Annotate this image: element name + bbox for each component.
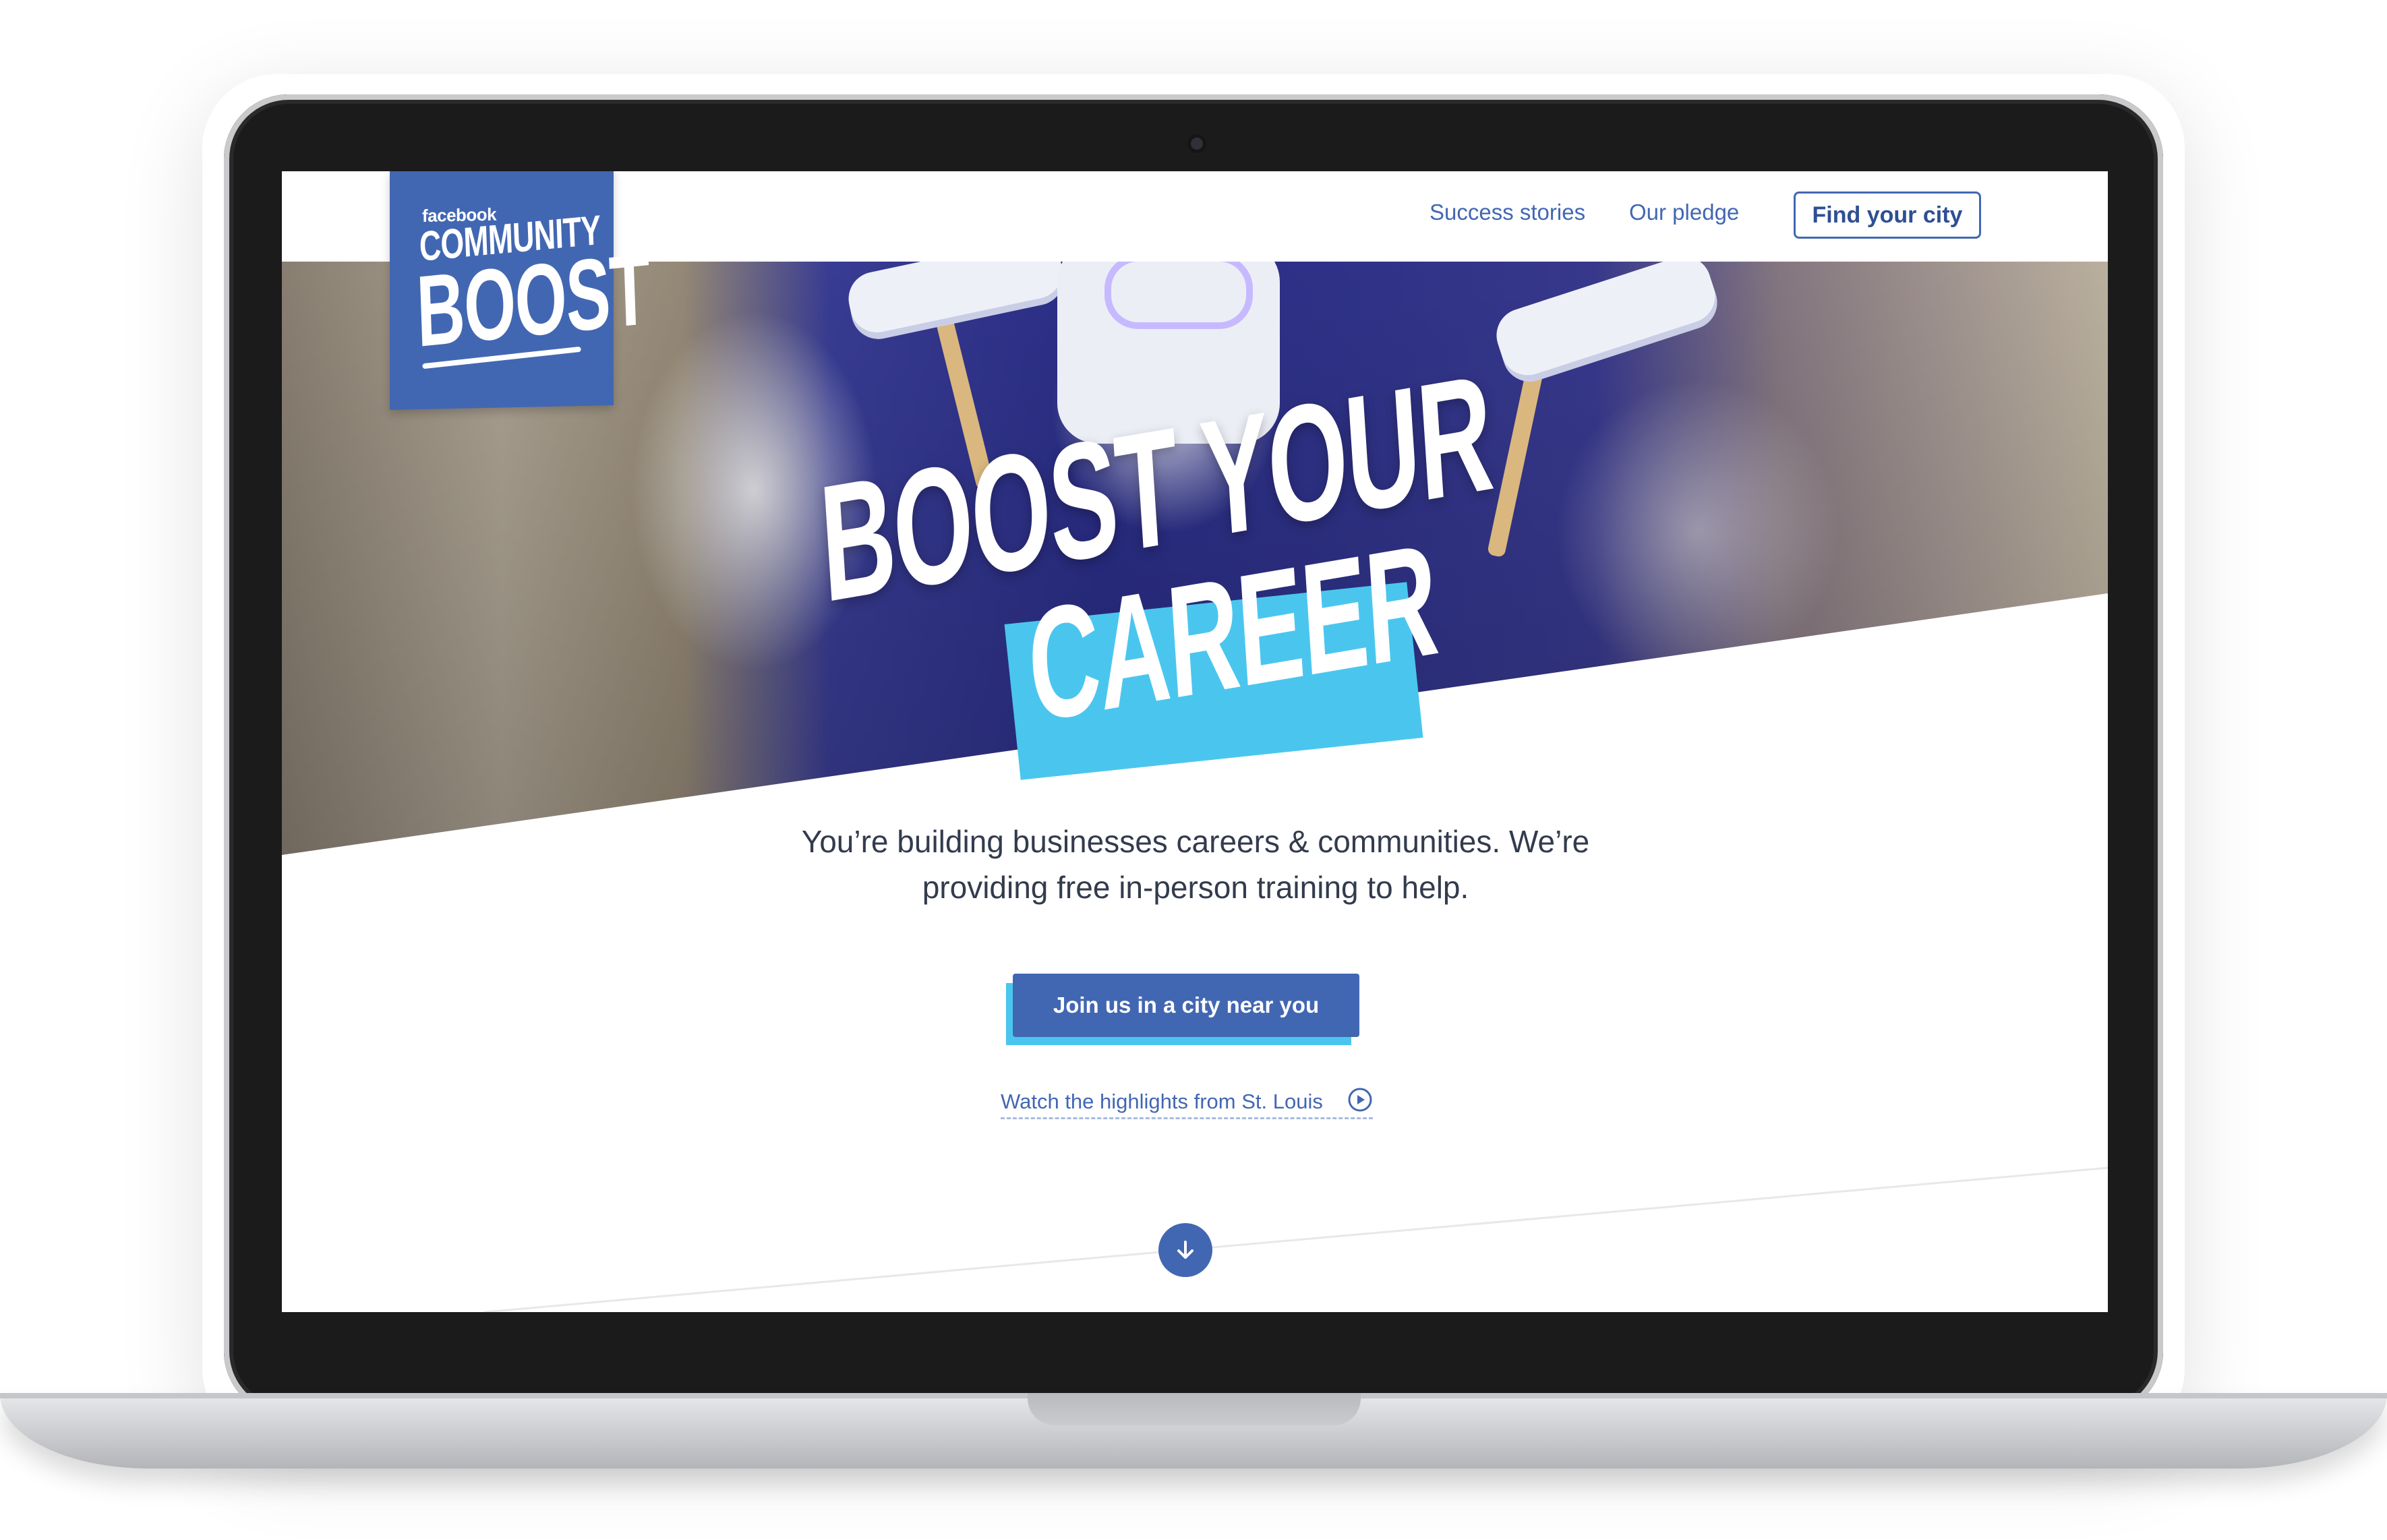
game-machine-light	[1104, 262, 1253, 329]
join-city-button[interactable]: Join us in a city near you	[1013, 974, 1359, 1037]
community-boost-logo[interactable]: facebook COMMUNITY BOOST	[390, 171, 651, 410]
nav-our-pledge[interactable]: Our pledge	[1629, 200, 1739, 225]
watch-highlights-label: Watch the highlights from St. Louis	[1001, 1089, 1323, 1113]
watch-highlights-link[interactable]: Watch the highlights from St. Louis	[1001, 1086, 1373, 1119]
arrow-down-icon	[1177, 1241, 1194, 1259]
laptop-notch	[1028, 1393, 1361, 1425]
scroll-down-button[interactable]	[1158, 1223, 1212, 1277]
play-circle-icon	[1348, 1088, 1372, 1112]
laptop-camera	[1191, 138, 1203, 150]
find-your-city-button[interactable]: Find your city	[1794, 191, 1981, 239]
browser-screen: Success stories Our pledge Find your cit…	[282, 171, 2108, 1312]
hero-tagline: You’re building businesses careers & com…	[801, 824, 1590, 905]
nav-success-stories[interactable]: Success stories	[1430, 200, 1585, 225]
logo-boost-text: BOOST	[415, 231, 651, 368]
